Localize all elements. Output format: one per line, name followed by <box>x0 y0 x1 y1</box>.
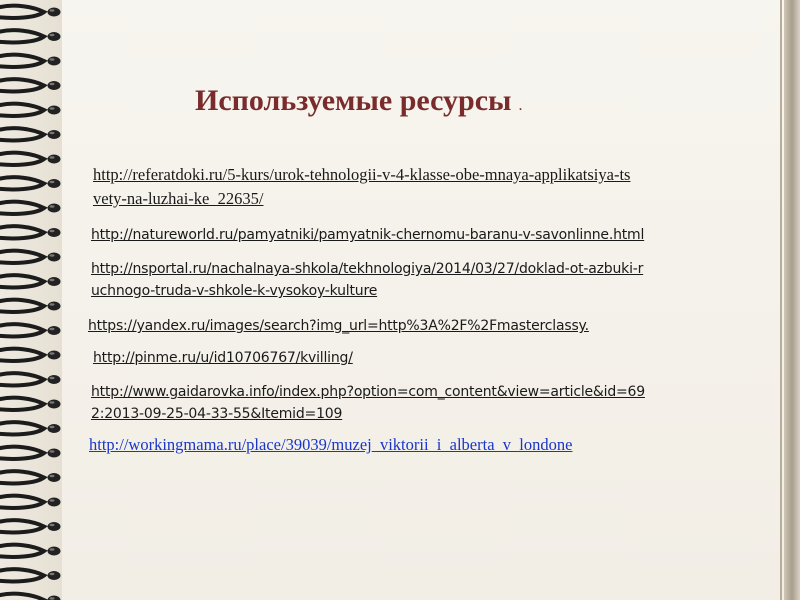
page-edge-line <box>780 0 782 600</box>
spiral-ring-icon <box>0 469 61 486</box>
slide-title-dot: . <box>518 99 522 113</box>
spiral-ring-icon <box>0 297 61 314</box>
spiral-ring-icon <box>0 444 61 461</box>
spiral-ring-icon <box>0 273 61 290</box>
resource-link-line: http://natureworld.ru/pamyatniki/pamyatn… <box>91 227 645 243</box>
spiral-ring-icon <box>0 567 61 584</box>
spiral-ring-icon <box>0 150 61 167</box>
resource-link-line: uchnogo-truda-v-shkole-k-vysokoy-kulture <box>91 283 378 299</box>
spiral-rings-icon <box>0 3 61 600</box>
spiral-ring-icon <box>0 395 61 412</box>
resource-link-gaidarovka[interactable]: http://www.gaidarovka.info/index.php?opt… <box>91 381 645 425</box>
spiral-ring-icon <box>0 3 61 20</box>
resource-link-line: http://pinme.ru/u/id10706767/kvilling/ <box>93 350 353 366</box>
resource-link-natureworld[interactable]: http://natureworld.ru/pamyatniki/pamyatn… <box>91 224 644 246</box>
spiral-ring-icon <box>0 101 61 118</box>
resource-link-line: http://workingmama.ru/place/39039/muzej_… <box>89 435 573 454</box>
spiral-ring-icon <box>0 224 61 241</box>
resource-link-line: vety-na-luzhai-ke_22635/ <box>93 189 264 208</box>
spiral-ring-icon <box>0 518 61 535</box>
page-edge-shadow <box>784 0 800 600</box>
spiral-ring-icon <box>0 199 61 216</box>
spiral-ring-icon <box>0 346 61 363</box>
resource-link-line: http://nsportal.ru/nachalnaya-shkola/tek… <box>91 261 644 277</box>
spiral-ring-icon <box>0 126 61 143</box>
spiral-ring-icon <box>0 77 61 94</box>
slide: Используемые ресурсы . http://referatdok… <box>0 0 800 600</box>
notebook-spiral-binding <box>0 0 62 600</box>
resource-link-yandex[interactable]: https://yandex.ru/images/search?img_url=… <box>88 315 589 337</box>
spiral-ring-icon <box>0 28 61 45</box>
spiral-ring-icon <box>0 248 61 265</box>
resource-link-workingmama[interactable]: http://workingmama.ru/place/39039/muzej_… <box>89 433 572 457</box>
resource-link-line: https://yandex.ru/images/search?img_url=… <box>88 318 589 334</box>
spiral-ring-icon <box>0 175 61 192</box>
spiral-ring-icon <box>0 493 61 510</box>
spiral-ring-icon <box>0 542 61 559</box>
slide-title-text: Используемые ресурсы <box>195 84 512 117</box>
resource-link-line: http://referatdoki.ru/5-kurs/urok-tehnol… <box>93 165 631 184</box>
spiral-ring-icon <box>0 322 61 339</box>
resource-link-line: 2:2013-09-25-04-33-55&Itemid=109 <box>91 406 343 422</box>
spiral-ring-icon <box>0 420 61 437</box>
resource-link-pinme[interactable]: http://pinme.ru/u/id10706767/kvilling/ <box>93 347 353 369</box>
slide-title: Используемые ресурсы . <box>195 84 522 118</box>
resource-link-referatdoki[interactable]: http://referatdoki.ru/5-kurs/urok-tehnol… <box>93 163 630 211</box>
spiral-ring-icon <box>0 371 61 388</box>
resource-link-nsportal[interactable]: http://nsportal.ru/nachalnaya-shkola/tek… <box>91 258 643 302</box>
resource-link-line: http://www.gaidarovka.info/index.php?opt… <box>91 384 645 400</box>
spiral-ring-icon <box>0 591 61 600</box>
spiral-ring-icon <box>0 52 61 69</box>
